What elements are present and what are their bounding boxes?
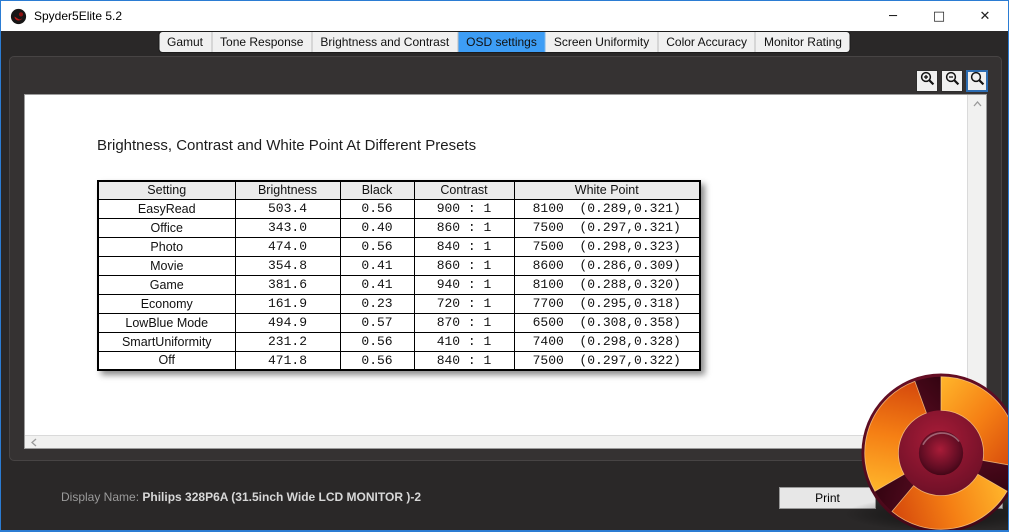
value-cell: 7500 (0.298,0.323) (513, 236, 701, 257)
horizontal-scrollbar[interactable] (25, 435, 967, 448)
tab-gamut[interactable]: Gamut (159, 32, 213, 52)
value-cell: 900 : 1 (413, 198, 515, 219)
window-controls: ─ □ ✕ (870, 1, 1008, 31)
value-cell: 231.2 (234, 331, 341, 352)
column-header-contrast: Contrast (413, 180, 515, 200)
value-cell: 8600 (0.286,0.309) (513, 255, 701, 276)
app-window: Spyder5Elite 5.2 ─ □ ✕ Gamut Tone Respons… (0, 0, 1009, 532)
scroll-up-icon[interactable] (968, 95, 987, 112)
tab-screen-uniformity[interactable]: Screen Uniformity (546, 32, 659, 52)
zoom-tool-icon (970, 71, 985, 91)
table-header-row: Setting Brightness Black Contrast White Poin… (97, 180, 701, 200)
column-header-white-point: White Point (513, 180, 701, 200)
value-cell: 471.8 (234, 350, 341, 371)
report-canvas: Brightness, Contrast and White Point At … (24, 94, 987, 449)
setting-cell: Office (97, 217, 236, 238)
zoom-toolbar (916, 70, 988, 92)
setting-cell: Photo (97, 236, 236, 257)
table-row: Economy 161.9 0.23 720 : 1 7700 (0.295,0.318… (97, 293, 701, 314)
table-row: LowBlue Mode 494.9 0.57 870 : 1 6500 (0.308,… (97, 312, 701, 333)
setting-cell: EasyRead (97, 198, 236, 219)
setting-cell: Off (97, 350, 236, 371)
window-title: Spyder5Elite 5.2 (34, 9, 123, 23)
table-row: Off 471.8 0.56 840 : 1 7500 (0.297,0.322) (97, 350, 701, 371)
tab-brightness-and-contrast[interactable]: Brightness and Contrast (312, 32, 459, 52)
setting-cell: Movie (97, 255, 236, 276)
value-cell: 0.56 (339, 236, 415, 257)
column-header-brightness: Brightness (234, 180, 341, 200)
report-title: Brightness, Contrast and White Point At … (97, 137, 477, 154)
setting-cell: SmartUniformity (97, 331, 236, 352)
display-name-value: Philips 328P6A (31.5inch Wide LCD MONITO… (142, 490, 421, 504)
table-row: EasyRead 503.4 0.56 900 : 1 8100 (0.289,0.32… (97, 198, 701, 219)
tab-color-accuracy[interactable]: Color Accuracy (658, 32, 756, 52)
value-cell: 0.56 (339, 350, 415, 371)
value-cell: 0.41 (339, 274, 415, 295)
results-table: Setting Brightness Black Contrast White Poin… (97, 180, 701, 371)
scroll-left-icon[interactable] (25, 436, 42, 449)
value-cell: 7700 (0.295,0.318) (513, 293, 701, 314)
tab-bar: Gamut Tone Response Brightness and Contras… (159, 32, 850, 52)
value-cell: 870 : 1 (413, 312, 515, 333)
value-cell: 7500 (0.297,0.321) (513, 217, 701, 238)
tab-osd-settings[interactable]: OSD settings (458, 32, 546, 52)
close-button[interactable]: ✕ (962, 1, 1008, 31)
value-cell: 860 : 1 (413, 217, 515, 238)
value-cell: 474.0 (234, 236, 341, 257)
column-header-setting: Setting (97, 180, 236, 200)
value-cell: 0.41 (339, 255, 415, 276)
value-cell: 354.8 (234, 255, 341, 276)
value-cell: 343.0 (234, 217, 341, 238)
zoom-tool-button[interactable] (966, 70, 988, 92)
spyder-app-icon (10, 8, 27, 25)
table-row: SmartUniformity 231.2 0.56 410 : 1 7400 (0.2… (97, 331, 701, 352)
table-row: Game 381.6 0.41 940 : 1 8100 (0.288,0.320) (97, 274, 701, 295)
setting-cell: LowBlue Mode (97, 312, 236, 333)
tab-monitor-rating[interactable]: Monitor Rating (756, 32, 850, 52)
report-panel: Brightness, Contrast and White Point At … (9, 56, 1002, 461)
value-cell: 6500 (0.308,0.358) (513, 312, 701, 333)
value-cell: 161.9 (234, 293, 341, 314)
value-cell: 840 : 1 (413, 350, 515, 371)
value-cell: 0.57 (339, 312, 415, 333)
zoom-in-button[interactable] (916, 70, 938, 92)
value-cell: 503.4 (234, 198, 341, 219)
kitguru-logo (859, 371, 1008, 530)
value-cell: 7400 (0.298,0.328) (513, 331, 701, 352)
value-cell: 940 : 1 (413, 274, 515, 295)
value-cell: 381.6 (234, 274, 341, 295)
value-cell: 8100 (0.289,0.321) (513, 198, 701, 219)
tab-tone-response[interactable]: Tone Response (212, 32, 313, 52)
title-bar: Spyder5Elite 5.2 ─ □ ✕ (1, 1, 1008, 31)
minimize-button[interactable]: ─ (870, 1, 916, 31)
value-cell: 8100 (0.288,0.320) (513, 274, 701, 295)
value-cell: 0.23 (339, 293, 415, 314)
value-cell: 860 : 1 (413, 255, 515, 276)
zoom-in-icon (920, 71, 935, 91)
zoom-out-icon (945, 71, 960, 91)
value-cell: 840 : 1 (413, 236, 515, 257)
value-cell: 0.56 (339, 198, 415, 219)
table-row: Movie 354.8 0.41 860 : 1 8600 (0.286,0.309) (97, 255, 701, 276)
value-cell: 720 : 1 (413, 293, 515, 314)
column-header-black: Black (339, 180, 415, 200)
setting-cell: Economy (97, 293, 236, 314)
value-cell: 7500 (0.297,0.322) (513, 350, 701, 371)
maximize-button[interactable]: □ (916, 1, 962, 31)
table-row: Photo 474.0 0.56 840 : 1 7500 (0.298,0.323) (97, 236, 701, 257)
value-cell: 0.40 (339, 217, 415, 238)
display-name-label: Display Name: (61, 490, 140, 504)
zoom-out-button[interactable] (941, 70, 963, 92)
table-row: Office 343.0 0.40 860 : 1 7500 (0.297,0.321) (97, 217, 701, 238)
setting-cell: Game (97, 274, 236, 295)
value-cell: 410 : 1 (413, 331, 515, 352)
value-cell: 494.9 (234, 312, 341, 333)
value-cell: 0.56 (339, 331, 415, 352)
display-name: Display Name: Philips 328P6A (31.5inch W… (61, 490, 421, 504)
